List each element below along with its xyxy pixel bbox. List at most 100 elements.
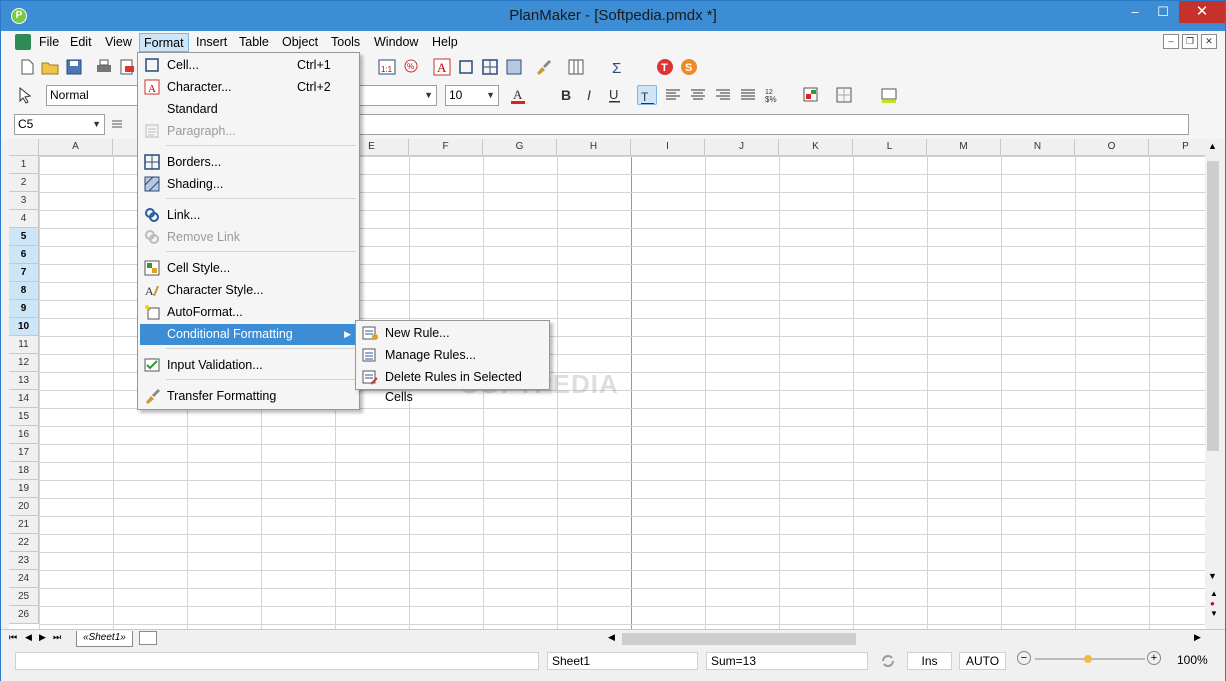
column-header[interactable]: P: [1149, 139, 1205, 156]
font-size-select[interactable]: 10 ▼: [445, 85, 499, 106]
sheet-tab-sheet1[interactable]: «Sheet1»: [76, 631, 133, 647]
column-header[interactable]: I: [631, 139, 705, 156]
align-center-icon[interactable]: [688, 85, 708, 105]
row-header[interactable]: 19: [9, 480, 39, 498]
bold-icon[interactable]: B: [557, 85, 577, 105]
select-all-corner[interactable]: [9, 139, 39, 156]
scroll-left-icon[interactable]: ◀: [608, 632, 615, 643]
row-header[interactable]: 25: [9, 588, 39, 606]
maximize-button[interactable]: ☐: [1149, 1, 1177, 23]
format-transfer-formatting-item[interactable]: Transfer Formatting: [140, 386, 357, 407]
print-icon[interactable]: [94, 57, 114, 77]
zoom-out-button[interactable]: −: [1017, 651, 1031, 665]
row-header[interactable]: 11: [9, 336, 39, 354]
borders-toolbar-icon[interactable]: [480, 57, 500, 77]
row-header[interactable]: 17: [9, 444, 39, 462]
row-header[interactable]: 22: [9, 534, 39, 552]
menu-object[interactable]: Object: [278, 33, 322, 52]
column-header[interactable]: G: [483, 139, 557, 156]
format-input-validation-item[interactable]: Input Validation...: [140, 355, 357, 376]
row-header[interactable]: 4: [9, 210, 39, 228]
format-character-item[interactable]: A Character... Ctrl+2: [140, 77, 357, 98]
horizontal-scrollbar[interactable]: ◀ ▶: [604, 632, 1208, 646]
format-standard-item[interactable]: Standard: [140, 99, 357, 120]
new-rule-item[interactable]: New Rule...: [358, 323, 547, 344]
row-header[interactable]: 7: [9, 264, 39, 282]
manage-rules-item[interactable]: Manage Rules...: [358, 345, 547, 366]
menu-window[interactable]: Window: [370, 33, 422, 52]
textmaker-icon[interactable]: T: [655, 57, 675, 77]
delete-rules-item[interactable]: Delete Rules in Selected Cells: [358, 367, 547, 404]
first-sheet-icon[interactable]: ⏮: [9, 632, 17, 643]
status-insert-mode[interactable]: Ins: [907, 652, 952, 670]
text-position-icon[interactable]: T: [637, 85, 657, 105]
row-header[interactable]: 20: [9, 498, 39, 516]
open-icon[interactable]: [40, 57, 60, 77]
column-header[interactable]: F: [409, 139, 483, 156]
scroll-up-icon[interactable]: ▲: [1208, 141, 1217, 151]
zoom-slider-thumb[interactable]: [1084, 655, 1092, 663]
doc-close-button[interactable]: ✕: [1201, 34, 1217, 49]
next-sheet-icon[interactable]: ▶: [39, 632, 46, 643]
format-character-style-item[interactable]: A Character Style...: [140, 280, 357, 301]
row-header[interactable]: 12: [9, 354, 39, 372]
row-header[interactable]: 2: [9, 174, 39, 192]
highlight-color-icon[interactable]: [879, 85, 899, 105]
horizontal-scroll-thumb[interactable]: [622, 633, 856, 645]
row-header[interactable]: 15: [9, 408, 39, 426]
format-borders-item[interactable]: Borders...: [140, 152, 357, 173]
add-sheet-icon[interactable]: [139, 631, 157, 645]
row-header[interactable]: 10: [9, 318, 39, 336]
doc-minimize-button[interactable]: –: [1163, 34, 1179, 49]
shading-toolbar-icon[interactable]: [504, 57, 524, 77]
scroll-down-icon[interactable]: ▼: [1208, 571, 1217, 581]
pointer-icon[interactable]: [15, 85, 35, 105]
column-header[interactable]: O: [1075, 139, 1149, 156]
style-select[interactable]: Normal: [46, 85, 141, 106]
row-header[interactable]: 18: [9, 462, 39, 480]
save-icon[interactable]: [64, 57, 84, 77]
menu-insert[interactable]: Insert: [192, 33, 231, 52]
menu-edit[interactable]: Edit: [66, 33, 96, 52]
menu-help[interactable]: Help: [428, 33, 462, 52]
scroll-right-icon[interactable]: ▶: [1194, 632, 1201, 643]
column-header[interactable]: J: [705, 139, 779, 156]
format-conditional-formatting-item[interactable]: Conditional Formatting ▶: [140, 324, 357, 345]
justify-icon[interactable]: [738, 85, 758, 105]
format-cell-style-item[interactable]: Cell Style...: [140, 258, 357, 279]
row-header[interactable]: 6: [9, 246, 39, 264]
export-pdf-icon[interactable]: [117, 57, 137, 77]
zoom-icon[interactable]: %: [402, 57, 422, 77]
font-color-icon[interactable]: A: [508, 85, 528, 105]
conditional-format-icon[interactable]: [801, 85, 821, 105]
column-header[interactable]: M: [927, 139, 1001, 156]
formula-icon[interactable]: [109, 115, 129, 135]
autosum-icon[interactable]: Σ: [609, 57, 629, 77]
font-select[interactable]: ▼: [359, 85, 437, 106]
menu-table[interactable]: Table: [235, 33, 273, 52]
prev-sheet-icon[interactable]: ◀: [25, 632, 32, 643]
row-header[interactable]: 8: [9, 282, 39, 300]
menu-format[interactable]: Format: [139, 33, 189, 52]
format-autoformat-item[interactable]: AutoFormat...: [140, 302, 357, 323]
row-header[interactable]: 21: [9, 516, 39, 534]
minimize-button[interactable]: –: [1121, 1, 1149, 23]
close-button[interactable]: ✕: [1179, 1, 1225, 23]
row-header[interactable]: 5: [9, 228, 39, 246]
column-header[interactable]: K: [779, 139, 853, 156]
menu-view[interactable]: View: [101, 33, 136, 52]
row-header[interactable]: 23: [9, 552, 39, 570]
zoom-slider[interactable]: [1035, 655, 1145, 663]
doc-restore-button[interactable]: ❐: [1182, 34, 1198, 49]
align-left-icon[interactable]: [663, 85, 683, 105]
format-shading-item[interactable]: Shading...: [140, 174, 357, 195]
column-width-icon[interactable]: [566, 57, 586, 77]
column-header[interactable]: L: [853, 139, 927, 156]
recalc-icon[interactable]: [879, 652, 897, 670]
table-view-icon[interactable]: 1:1: [377, 57, 397, 77]
last-sheet-icon[interactable]: ⏭: [53, 632, 61, 643]
column-header[interactable]: H: [557, 139, 631, 156]
column-header[interactable]: N: [1001, 139, 1075, 156]
vertical-scroll-thumb[interactable]: [1207, 161, 1219, 451]
format-link-item[interactable]: Link...: [140, 205, 357, 226]
